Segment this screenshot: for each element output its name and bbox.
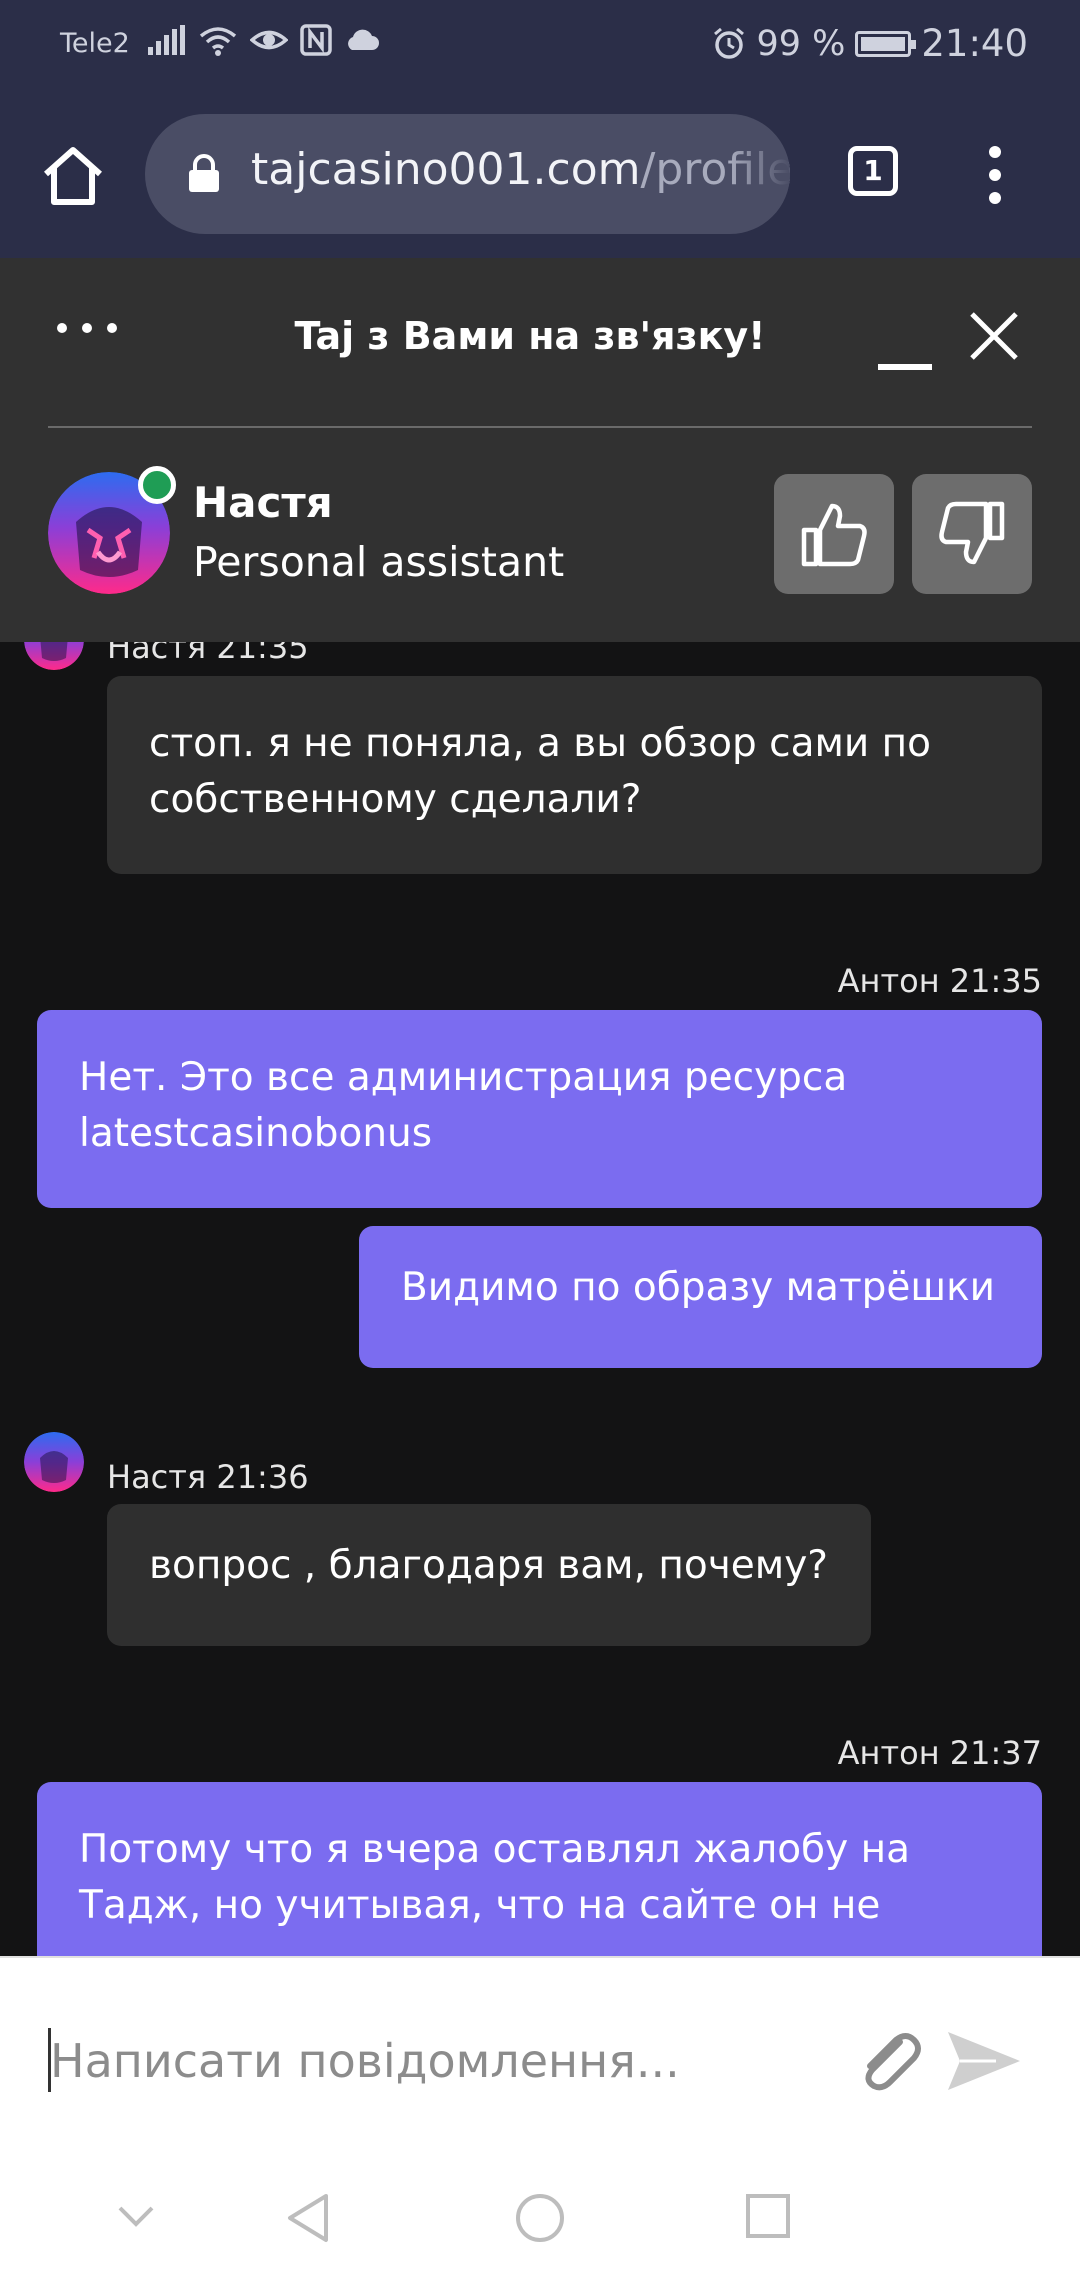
wifi-icon [199,27,237,56]
message-header: Настя 21:35 [107,642,309,666]
nfc-icon [300,24,332,56]
message-header: Антон 21:37 [837,1734,1042,1772]
address-bar[interactable]: tajcasino001.com/profile [145,114,790,234]
message-bubble: Видимо по образу матрёшки [359,1226,1042,1368]
close-icon[interactable] [968,310,1020,362]
minimize-icon[interactable] [878,330,932,370]
chevron-down-icon[interactable] [112,2192,160,2240]
send-icon[interactable] [946,2028,1022,2094]
like-button[interactable] [774,474,894,594]
message-header: Настя 21:36 [107,1458,309,1496]
tab-count: 1 [863,154,883,187]
message-avatar [24,1432,84,1492]
header-divider [48,426,1032,428]
battery-icon [855,30,917,57]
browser-toolbar: tajcasino001.com/profile 1 [0,92,1080,258]
more-vert-icon[interactable] [980,142,1010,208]
message-bubble: Потому что я вчера оставлял жалобу на Та… [37,1782,1042,1956]
url-text: tajcasino001.com/profile [251,144,790,195]
paperclip-icon[interactable] [852,2024,924,2096]
url-host: tajcasino001.com [251,144,641,195]
agent-role: Personal assistant [193,538,565,586]
message-composer [0,1956,1080,2154]
agent-name: Настя [193,478,333,527]
tabs-button[interactable]: 1 [848,146,898,196]
cloud-icon [348,29,379,50]
message-bubble: Нет. Это все администрация ресурса lates… [37,1010,1042,1208]
message-list[interactable]: Настя 21:35 стоп. я не поняла, а вы обзо… [0,642,1080,1956]
dislike-button[interactable] [912,474,1032,594]
carrier-label: Tele2 [60,28,130,59]
message-input[interactable] [50,2016,830,2106]
recents-icon[interactable] [744,2192,792,2240]
home-icon[interactable] [40,142,106,208]
thumbs-down-icon [939,501,1005,565]
back-icon[interactable] [284,2192,332,2244]
signal-icon [148,25,185,55]
message-avatar [24,642,84,670]
eye-comfort-icon [250,30,288,50]
message-bubble: стоп. я не поняла, а вы обзор сами по со… [107,676,1042,874]
message-bubble: вопрос , благодаря вам, почему? [107,1504,871,1646]
alarm-icon [714,27,745,59]
battery-percent: 99 % [756,23,846,64]
lock-icon [189,154,219,192]
clock: 21:40 [921,22,1028,65]
thumbs-up-icon [801,503,867,567]
online-status-indicator [138,466,176,504]
status-bar: Tele2 99 % 21:40 [0,0,1080,92]
status-icons [148,24,380,56]
chat-header: Taj з Вами на зв'язку! Настя Personal as… [0,258,1080,642]
message-header: Антон 21:35 [837,962,1042,1000]
system-navigation-bar [0,2152,1080,2280]
home-circle-icon[interactable] [514,2192,566,2244]
